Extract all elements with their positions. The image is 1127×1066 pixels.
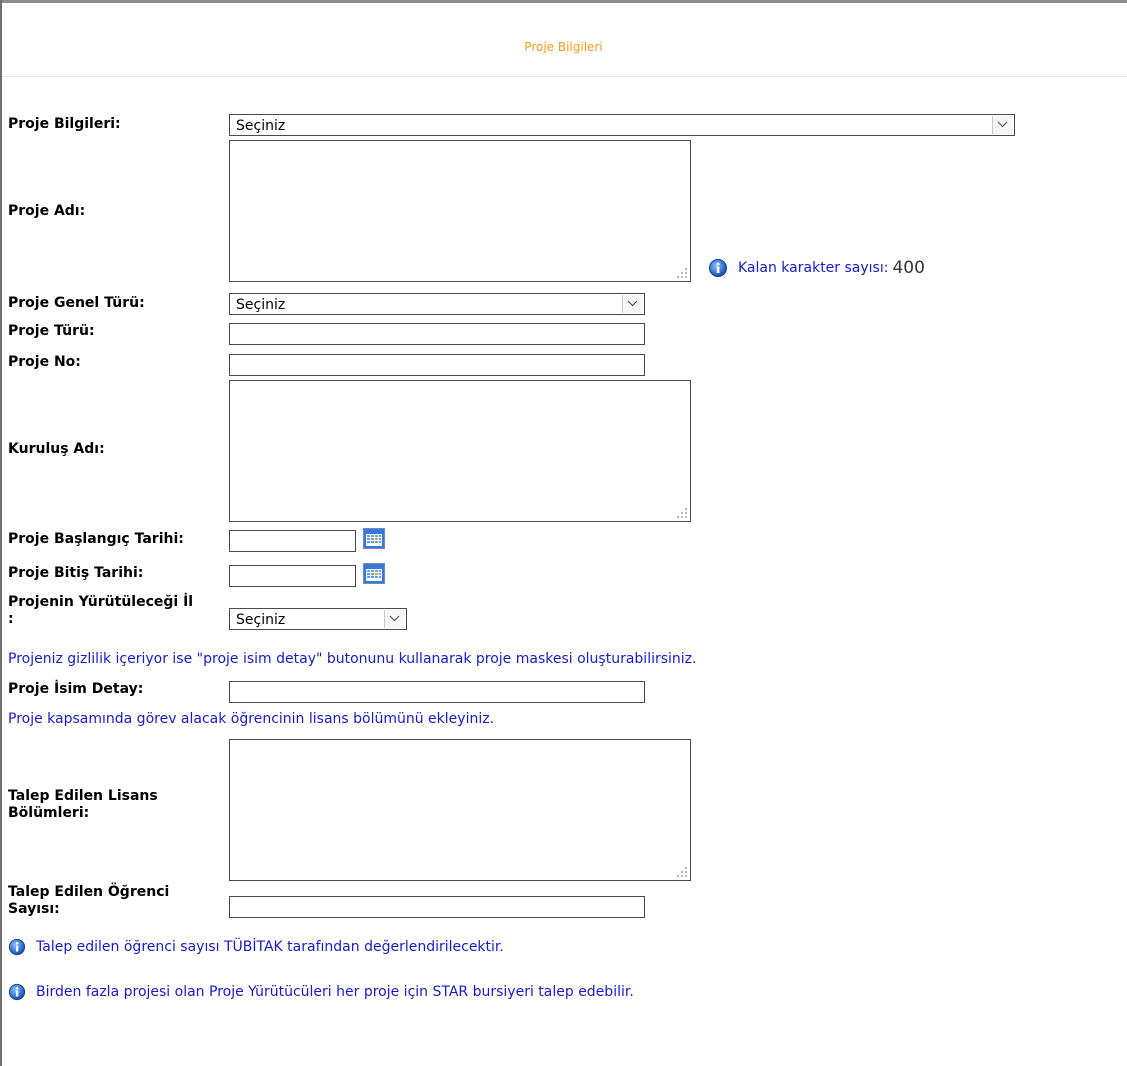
proje-genel-turu-label: Proje Genel Türü: bbox=[8, 295, 145, 311]
window-left-border bbox=[0, 0, 2, 1066]
proje-bilgileri-select[interactable]: Seçiniz bbox=[229, 114, 1015, 136]
chevron-down-icon bbox=[992, 116, 1012, 134]
bitis-tarihi-label: Proje Bitiş Tarihi: bbox=[8, 565, 144, 581]
il-label-line2: : bbox=[8, 611, 14, 627]
proje-genel-turu-select[interactable]: Seçiniz bbox=[229, 293, 645, 315]
chevron-down-icon bbox=[622, 295, 642, 313]
remaining-characters-value: 400 bbox=[892, 258, 925, 278]
info-icon bbox=[709, 259, 727, 277]
proje-genel-turu-select-value: Seçiniz bbox=[236, 297, 286, 313]
il-label-line1: Projenin Yürütüleceği İl bbox=[8, 594, 194, 610]
calendar-icon[interactable] bbox=[363, 563, 385, 584]
resize-grip-icon[interactable] bbox=[677, 268, 687, 278]
proje-no-input[interactable] bbox=[229, 354, 645, 376]
kurulus-adi-textarea[interactable] bbox=[229, 380, 691, 522]
lisans-note: Proje kapsamında görev alacak öğrencinin… bbox=[8, 711, 495, 727]
lisans-bolumleri-label: Talep Edilen Lisans Bölümleri: bbox=[8, 788, 158, 822]
lisans-bolumleri-label-line2: Bölümleri: bbox=[8, 805, 90, 821]
info-message-text: Talep edilen öğrenci sayısı TÜBİTAK tara… bbox=[36, 939, 504, 955]
baslangic-tarihi-input[interactable] bbox=[229, 530, 356, 552]
info-icon bbox=[8, 983, 26, 1001]
proje-adi-label: Proje Adı: bbox=[8, 203, 86, 219]
ogrenci-sayisi-input[interactable] bbox=[229, 896, 645, 918]
ogrenci-sayisi-label-line1: Talep Edilen Öğrenci bbox=[8, 884, 170, 900]
proje-turu-input[interactable] bbox=[229, 323, 645, 345]
remaining-characters-label: Kalan karakter sayısı: bbox=[738, 260, 889, 276]
info-icon bbox=[8, 938, 26, 956]
isim-detay-label: Proje İsim Detay: bbox=[8, 681, 144, 697]
proje-bilgileri-label: Proje Bilgileri: bbox=[8, 116, 121, 132]
lisans-bolumleri-label-line1: Talep Edilen Lisans bbox=[8, 788, 158, 804]
proje-turu-label: Proje Türü: bbox=[8, 323, 95, 339]
lisans-bolumleri-textarea[interactable] bbox=[229, 739, 691, 881]
ogrenci-sayisi-label: Talep Edilen Öğrenci Sayısı: bbox=[8, 884, 169, 918]
info-message-text: Birden fazla projesi olan Proje Yürütücü… bbox=[36, 984, 634, 1000]
section-title: Proje Bilgileri bbox=[524, 40, 603, 54]
calendar-icon[interactable] bbox=[363, 528, 385, 549]
isim-detay-input[interactable] bbox=[229, 681, 645, 703]
info-message: Talep edilen öğrenci sayısı TÜBİTAK tara… bbox=[8, 938, 504, 956]
kurulus-adi-label: Kuruluş Adı: bbox=[8, 441, 105, 457]
il-select[interactable]: Seçiniz bbox=[229, 608, 407, 630]
il-label: Projenin Yürütüleceği İl : bbox=[8, 594, 193, 628]
resize-grip-icon[interactable] bbox=[677, 867, 687, 877]
chevron-down-icon bbox=[384, 610, 404, 628]
proje-adi-textarea[interactable] bbox=[229, 140, 691, 282]
remaining-characters: Kalan karakter sayısı: 400 bbox=[708, 258, 925, 278]
bitis-tarihi-input[interactable] bbox=[229, 565, 356, 587]
window-top-border bbox=[0, 0, 1127, 3]
header-divider bbox=[2, 76, 1127, 77]
proje-no-label: Proje No: bbox=[8, 354, 81, 370]
resize-grip-icon[interactable] bbox=[677, 508, 687, 518]
gizlilik-note: Projeniz gizlilik içeriyor ise "proje is… bbox=[8, 651, 697, 667]
il-select-value: Seçiniz bbox=[236, 612, 286, 628]
info-message: Birden fazla projesi olan Proje Yürütücü… bbox=[8, 983, 634, 1001]
proje-bilgileri-select-value: Seçiniz bbox=[236, 118, 286, 134]
baslangic-tarihi-label: Proje Başlangıç Tarihi: bbox=[8, 531, 184, 547]
ogrenci-sayisi-label-line2: Sayısı: bbox=[8, 901, 60, 917]
